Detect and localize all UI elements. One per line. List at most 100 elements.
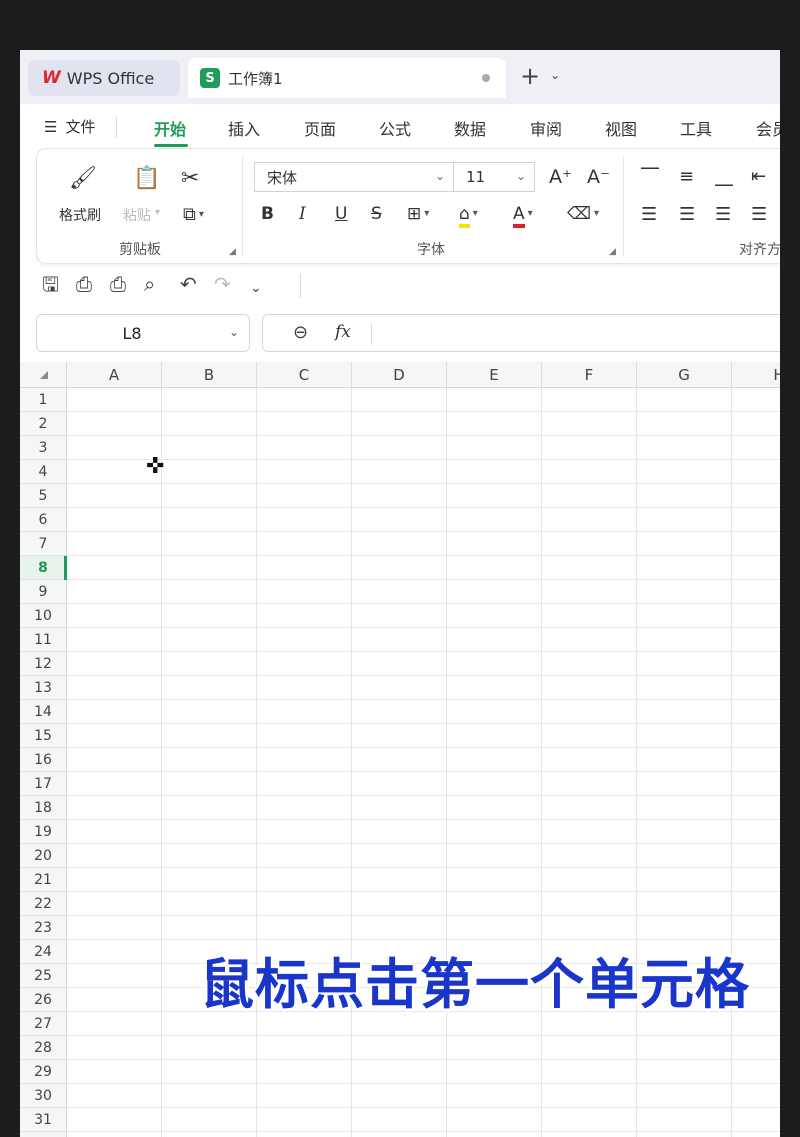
font-size-select[interactable]: 11 ⌄	[453, 162, 535, 192]
tab-tools[interactable]: 工具	[680, 116, 712, 140]
save-icon[interactable]: 🖫	[42, 272, 59, 296]
formula-bar[interactable]: ⊖ fx	[262, 314, 780, 352]
row-header-32[interactable]: 32	[20, 1132, 66, 1137]
cell-area[interactable]	[67, 388, 780, 1137]
row-header-14[interactable]: 14	[20, 700, 66, 724]
column-header-b[interactable]: B	[162, 362, 257, 388]
row-header-31[interactable]: 31	[20, 1108, 66, 1132]
column-header-d[interactable]: D	[352, 362, 447, 388]
format-painter-button[interactable]: 格式刷	[59, 205, 101, 225]
row-header-21[interactable]: 21	[20, 868, 66, 892]
column-header-e[interactable]: E	[447, 362, 542, 388]
increase-font-size-button[interactable]: A⁺	[549, 165, 572, 189]
row-header-23[interactable]: 23	[20, 916, 66, 940]
row-header-2[interactable]: 2	[20, 412, 66, 436]
tab-formula[interactable]: 公式	[379, 116, 411, 140]
export-pdf-icon[interactable]: ⎙	[76, 272, 92, 296]
unsaved-dot-icon[interactable]	[482, 74, 490, 82]
chevron-down-icon[interactable]: ⌄	[250, 276, 262, 300]
new-tab-button[interactable]: +	[520, 64, 540, 88]
align-top-icon[interactable]: ⎺	[641, 165, 659, 189]
indent-icon[interactable]: ⇤	[751, 165, 766, 189]
row-header-29[interactable]: 29	[20, 1060, 66, 1084]
print-preview-icon[interactable]: ⌕	[144, 272, 155, 296]
redo-icon[interactable]: ↷	[214, 272, 231, 296]
eraser-icon[interactable]: ⌫ ▾	[567, 203, 599, 225]
cut-icon[interactable]: ✂	[181, 167, 199, 191]
tab-insert[interactable]: 插入	[228, 116, 260, 140]
workbook-tab[interactable]: S 工作簿1	[188, 58, 506, 98]
row-header-15[interactable]: 15	[20, 724, 66, 748]
tab-home[interactable]: 开始	[154, 116, 186, 140]
clipboard-launcher-icon[interactable]: ◢	[229, 247, 236, 257]
font-launcher-icon[interactable]: ◢	[609, 247, 616, 257]
row-header-9[interactable]: 9	[20, 580, 66, 604]
chevron-down-icon[interactable]: ⌄	[229, 325, 239, 339]
formula-divider	[371, 323, 372, 345]
row-header-22[interactable]: 22	[20, 892, 66, 916]
print-icon[interactable]: ⎙	[110, 272, 126, 296]
row-header-28[interactable]: 28	[20, 1036, 66, 1060]
tab-data[interactable]: 数据	[454, 116, 486, 140]
spreadsheet-grid[interactable]: ABCDEFGH 1 2 3 4 5 6 7 8 9 10 11 12 13 14 15 16 17 18 19 20…	[20, 362, 780, 1137]
row-header-18[interactable]: 18	[20, 796, 66, 820]
row-header-4[interactable]: 4	[20, 460, 66, 484]
paste-icon[interactable]: 📋	[133, 167, 160, 191]
bold-button[interactable]: B	[261, 203, 274, 225]
column-header-f[interactable]: F	[542, 362, 637, 388]
row-header-19[interactable]: 19	[20, 820, 66, 844]
strikethrough-button[interactable]: S	[371, 203, 382, 225]
row-header-10[interactable]: 10	[20, 604, 66, 628]
row-header-27[interactable]: 27	[20, 1012, 66, 1036]
select-all-button[interactable]	[20, 362, 67, 388]
row-header-26[interactable]: 26	[20, 988, 66, 1012]
row-header-1[interactable]: 1	[20, 388, 66, 412]
column-header-h[interactable]: H	[732, 362, 780, 388]
tab-page[interactable]: 页面	[304, 116, 336, 140]
copy-icon[interactable]: ⧉ ▾	[183, 203, 204, 227]
wps-office-tab[interactable]: W WPS Office	[28, 60, 180, 96]
align-right-icon[interactable]: ☰	[715, 203, 731, 227]
row-header-3[interactable]: 3	[20, 436, 66, 460]
column-header-g[interactable]: G	[637, 362, 732, 388]
row-header-20[interactable]: 20	[20, 844, 66, 868]
row-header-17[interactable]: 17	[20, 772, 66, 796]
row-header-16[interactable]: 16	[20, 748, 66, 772]
row-header-24[interactable]: 24	[20, 940, 66, 964]
row-header-8[interactable]: 8	[20, 556, 66, 580]
name-box[interactable]: L8 ⌄	[36, 314, 250, 352]
row-header-11[interactable]: 11	[20, 628, 66, 652]
tab-review[interactable]: 审阅	[530, 116, 562, 140]
row-header-5[interactable]: 5	[20, 484, 66, 508]
chevron-down-icon[interactable]: ⌄	[550, 68, 560, 82]
row-header-30[interactable]: 30	[20, 1084, 66, 1108]
font-color-icon[interactable]: A ▾	[513, 203, 533, 228]
fill-color-icon[interactable]: ⌂ ▾	[459, 203, 478, 228]
row-header-13[interactable]: 13	[20, 676, 66, 700]
borders-icon[interactable]: ⊞ ▾	[407, 203, 429, 225]
row-header-25[interactable]: 25	[20, 964, 66, 988]
tab-view[interactable]: 视图	[605, 116, 637, 140]
justify-icon[interactable]: ☰	[751, 203, 767, 227]
align-center-icon[interactable]: ☰	[679, 203, 695, 227]
align-middle-icon[interactable]: ≡	[679, 165, 694, 189]
paste-chevron-down-icon[interactable]: ▾	[155, 207, 160, 218]
paste-button[interactable]: 粘贴	[123, 205, 151, 225]
undo-icon[interactable]: ↶	[180, 272, 197, 296]
format-painter-icon[interactable]: 🖌	[69, 167, 97, 191]
row-header-7[interactable]: 7	[20, 532, 66, 556]
tab-member[interactable]: 会员	[756, 116, 780, 140]
insert-function-button[interactable]: fx	[335, 322, 351, 342]
file-menu[interactable]: ☰ 文件	[44, 116, 95, 137]
italic-button[interactable]: I	[299, 203, 306, 225]
underline-button[interactable]: U	[335, 203, 347, 225]
font-name-select[interactable]: 宋体 ⌄	[254, 162, 454, 192]
zoom-out-icon[interactable]: ⊖	[293, 322, 308, 343]
row-header-12[interactable]: 12	[20, 652, 66, 676]
align-bottom-icon[interactable]: ⎽	[715, 165, 733, 189]
row-header-6[interactable]: 6	[20, 508, 66, 532]
align-left-icon[interactable]: ☰	[641, 203, 657, 227]
column-header-c[interactable]: C	[257, 362, 352, 388]
column-header-a[interactable]: A	[67, 362, 162, 388]
decrease-font-size-button[interactable]: A⁻	[587, 165, 610, 189]
